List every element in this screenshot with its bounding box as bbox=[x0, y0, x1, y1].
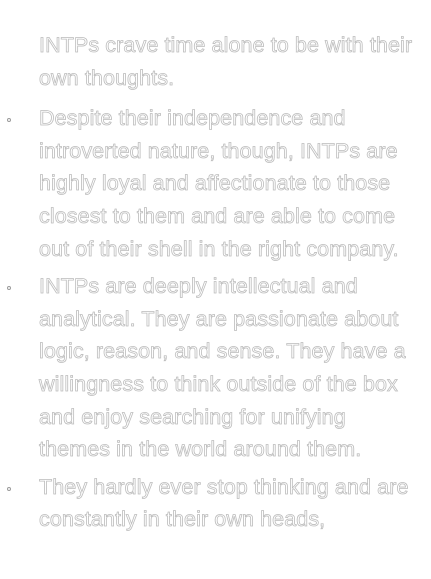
bullet-icon bbox=[7, 118, 11, 123]
bullet-text: They hardly ever stop thinking and are c… bbox=[39, 474, 409, 532]
bullet-icon bbox=[7, 286, 11, 291]
bullet-icon bbox=[7, 486, 11, 491]
bullet-list: Despite their independence and introvert… bbox=[7, 102, 417, 536]
bullet-item: INTPs are deeply intellectual and analyt… bbox=[7, 270, 417, 466]
document-page: INTPs crave time alone to be with their … bbox=[0, 0, 431, 579]
bullet-text: INTPs are deeply intellectual and analyt… bbox=[39, 274, 406, 462]
intro-paragraph: INTPs crave time alone to be with their … bbox=[39, 33, 413, 90]
bullet-text: Despite their independence and introvert… bbox=[39, 106, 399, 261]
bullet-item: They hardly ever stop thinking and are c… bbox=[7, 471, 417, 536]
bullet-item: Despite their independence and introvert… bbox=[7, 102, 417, 265]
